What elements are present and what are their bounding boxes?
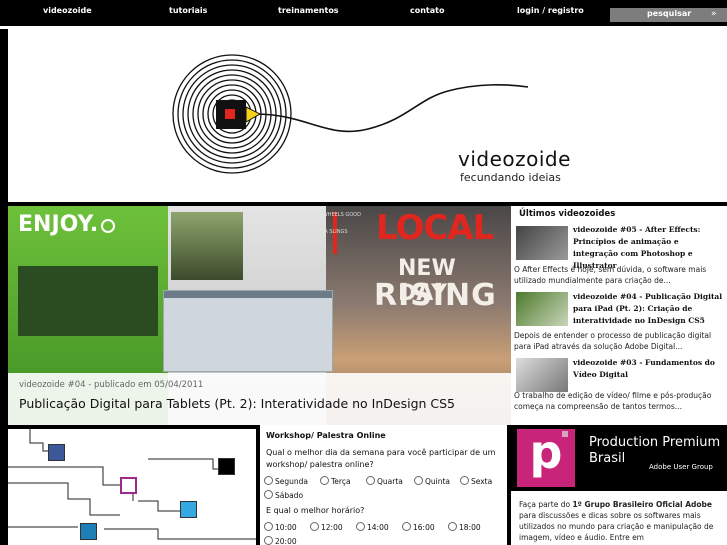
delicious-icon[interactable] — [218, 458, 235, 475]
day-option-sabado[interactable]: Sábado — [264, 490, 303, 500]
target-icon — [101, 219, 115, 233]
pp-text-rest: para discussões e dicas sobre os softwar… — [519, 511, 714, 542]
time-option-1200[interactable]: 12:00 — [310, 522, 343, 532]
brand-tagline: fecundando ideias — [460, 171, 561, 184]
poll-question-time: E qual o melhor horário? — [266, 506, 365, 515]
search-icon[interactable]: » — [711, 9, 717, 19]
day-option-terca[interactable]: Terça — [320, 476, 351, 486]
time-option-1000[interactable]: 10:00 — [264, 522, 297, 532]
green-text-block — [18, 266, 158, 336]
two-wheels-text: 2 WHEELS GOOD SEA SLINGS — [318, 212, 361, 236]
nav-contato[interactable]: contato — [410, 6, 444, 15]
time-option-1400[interactable]: 14:00 — [356, 522, 389, 532]
slide-caption[interactable]: videozoide #04 - publicado em 05/04/2011… — [8, 373, 511, 425]
latest-heading: Últimos videozoides — [519, 209, 616, 219]
poll-question-day: Qual o melhor dia da semana para você pa… — [266, 448, 496, 469]
time-option-1800[interactable]: 18:00 — [448, 522, 481, 532]
poll-widget: Workshop/ Palestra Online Qual o melhor … — [256, 425, 507, 545]
production-premium-promo[interactable]: p Production Premium Brasil Adobe User G… — [507, 425, 727, 545]
pp-description: Faça parte do 1º Grupo Brasileiro Oficia… — [519, 499, 724, 543]
enjoy-text: ENJOY. — [18, 212, 99, 237]
pp-text-bold[interactable]: 1º Grupo Brasileiro Oficial Adobe — [572, 500, 712, 509]
video-title-03[interactable]: videozoide #03 - Fundamentos do Vídeo Di… — [573, 357, 723, 381]
logo-graphic[interactable] — [8, 29, 727, 202]
video-desc-04: Depois de entender o processo de publica… — [514, 331, 712, 351]
day-option-quinta[interactable]: Quinta — [414, 476, 450, 486]
pp-logo-dot — [562, 431, 568, 437]
video-thumb-05[interactable] — [516, 226, 568, 260]
nav-tutoriais[interactable]: tutoriais — [169, 6, 207, 15]
search-box[interactable]: pesquisar » — [610, 8, 727, 22]
slide-meta: videozoide #04 - publicado em 05/04/2011 — [19, 380, 204, 390]
site-header: videozoide fecundando ideias — [8, 29, 727, 202]
nav-login[interactable]: login / registro — [517, 6, 584, 15]
day-option-quarta[interactable]: Quarta — [366, 476, 403, 486]
pp-text-prefix: Faça parte do — [519, 500, 573, 509]
time-option-1600[interactable]: 16:00 — [402, 522, 435, 532]
social-links — [8, 429, 256, 545]
local-text: LOCAL — [376, 208, 494, 248]
nav-treinamentos[interactable]: treinamentos — [278, 6, 339, 15]
sea-slings-label: SEA SLINGS — [318, 229, 348, 235]
slide-title[interactable]: Publicação Digital para Tablets (Pt. 2):… — [19, 396, 455, 411]
pp-subtitle: Adobe User Group — [649, 463, 713, 471]
brand-name: videozoide — [458, 147, 571, 171]
poll-heading: Workshop/ Palestra Online — [266, 431, 386, 440]
pp-banner[interactable]: p Production Premium Brasil Adobe User G… — [511, 425, 727, 491]
video-desc-05: O After Effects é hoje, sem dúvida, o so… — [514, 265, 707, 285]
software-screenshot — [163, 290, 333, 372]
twitter-icon[interactable] — [180, 501, 197, 518]
day-option-sexta[interactable]: Sexta — [460, 476, 492, 486]
flickr-icon[interactable] — [120, 477, 137, 494]
day-option-segunda[interactable]: Segunda — [264, 476, 308, 486]
thumbnail-photo — [171, 212, 243, 280]
rising-text: RISING — [374, 278, 497, 313]
nav-videozoide[interactable]: videozoide — [43, 6, 92, 15]
video-title-04[interactable]: videozoide #04 - Publicação Digital para… — [573, 291, 723, 327]
linkedin-icon[interactable] — [80, 523, 97, 540]
pp-title-line1: Production Premium — [589, 435, 721, 450]
facebook-icon[interactable] — [48, 444, 65, 461]
video-thumb-04[interactable] — [516, 292, 568, 326]
video-thumb-03[interactable] — [516, 358, 568, 392]
search-label: pesquisar — [647, 9, 692, 18]
pp-logo: p — [517, 429, 575, 487]
two-wheels-label: 2 WHEELS GOOD — [318, 212, 361, 218]
featured-slideshow[interactable]: ENJOY. LOCAL 2 WHEELS GOOD SEA SLINGS NE… — [8, 206, 511, 425]
video-desc-03: O trabalho de edição de vídeo/ filme e p… — [514, 391, 712, 411]
top-nav: videozoide tutoriais treinamentos contat… — [0, 0, 727, 29]
latest-videos: Últimos videozoides videozoide #05 - Aft… — [511, 206, 727, 425]
time-option-2000[interactable]: 20:00 — [264, 536, 297, 545]
